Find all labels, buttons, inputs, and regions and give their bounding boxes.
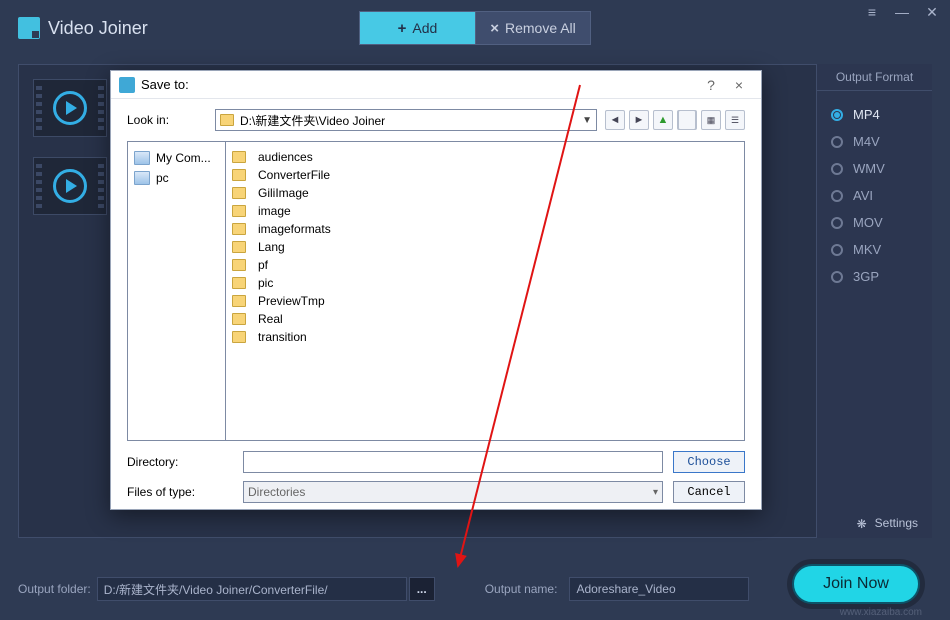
folder-item[interactable]: GiliImage bbox=[232, 184, 738, 202]
output-format-panel: Output Format MP4M4VWMVAVIMOVMKV3GP ❋ Se… bbox=[816, 64, 932, 538]
lookin-path: D:\新建文件夹\Video Joiner bbox=[240, 112, 385, 129]
folder-icon bbox=[232, 223, 246, 235]
filetype-label: Files of type: bbox=[127, 485, 243, 499]
cancel-button[interactable]: Cancel bbox=[673, 481, 745, 503]
radio-icon bbox=[831, 163, 843, 175]
folder-item[interactable]: ConverterFile bbox=[232, 166, 738, 184]
video-thumb[interactable] bbox=[33, 157, 107, 215]
nav-icons: ◄ ► ▲ ▦ ☰ bbox=[605, 110, 745, 130]
nav-forward-button[interactable]: ► bbox=[629, 110, 649, 130]
minimize-button[interactable]: — bbox=[894, 4, 910, 21]
folder-item[interactable]: pic bbox=[232, 274, 738, 292]
folder-item[interactable]: transition bbox=[232, 328, 738, 346]
directory-label: Directory: bbox=[127, 455, 243, 469]
format-option-wmv[interactable]: WMV bbox=[817, 155, 932, 182]
plus-icon: + bbox=[398, 20, 407, 37]
gear-icon: ❋ bbox=[857, 517, 869, 529]
output-name-input[interactable] bbox=[569, 577, 749, 601]
place-item[interactable]: My Com... bbox=[134, 148, 219, 168]
folder-icon bbox=[232, 259, 246, 271]
folder-icon bbox=[232, 169, 246, 181]
nav-view-list-button[interactable]: ☰ bbox=[725, 110, 745, 130]
nav-back-button[interactable]: ◄ bbox=[605, 110, 625, 130]
settings-button[interactable]: ❋ Settings bbox=[857, 516, 918, 530]
radio-icon bbox=[831, 109, 843, 121]
radio-icon bbox=[831, 136, 843, 148]
nav-view-icons-button[interactable]: ▦ bbox=[701, 110, 721, 130]
dialog-titlebar: Save to: ? × bbox=[111, 71, 761, 99]
computer-icon bbox=[134, 151, 150, 165]
format-option-avi[interactable]: AVI bbox=[817, 182, 932, 209]
folder-item[interactable]: imageformats bbox=[232, 220, 738, 238]
output-folder-label: Output folder: bbox=[18, 582, 91, 596]
format-panel-title: Output Format bbox=[817, 70, 932, 91]
watermark: www.xiazaiba.com bbox=[840, 607, 922, 618]
top-buttons: +Add ×Remove All bbox=[359, 11, 591, 45]
folder-item[interactable]: image bbox=[232, 202, 738, 220]
nav-up-button[interactable]: ▲ bbox=[653, 110, 673, 130]
nav-newfolder-button[interactable] bbox=[677, 110, 697, 130]
titlebar: Video Joiner +Add ×Remove All ≡ — ✕ bbox=[0, 0, 950, 56]
format-option-mp4[interactable]: MP4 bbox=[817, 101, 932, 128]
folder-icon bbox=[232, 187, 246, 199]
dialog-help-button[interactable]: ? bbox=[697, 77, 725, 93]
computer-icon bbox=[134, 171, 150, 185]
filetype-select[interactable]: Directories ▾ bbox=[243, 481, 663, 503]
radio-icon bbox=[831, 217, 843, 229]
place-item[interactable]: pc bbox=[134, 168, 219, 188]
dialog-title: Save to: bbox=[141, 77, 189, 92]
output-folder-browse-button[interactable]: ... bbox=[409, 577, 435, 601]
choose-button[interactable]: Choose bbox=[673, 451, 745, 473]
format-option-3gp[interactable]: 3GP bbox=[817, 263, 932, 290]
folder-item[interactable]: PreviewTmp bbox=[232, 292, 738, 310]
footer: Output folder: ... Output name: Join Now… bbox=[0, 558, 950, 620]
folder-icon bbox=[232, 313, 246, 325]
format-option-m4v[interactable]: M4V bbox=[817, 128, 932, 155]
app-title: Video Joiner bbox=[48, 18, 148, 39]
lookin-combo[interactable]: D:\新建文件夹\Video Joiner ▼ bbox=[215, 109, 597, 131]
save-dialog: Save to: ? × Look in: D:\新建文件夹\Video Joi… bbox=[110, 70, 762, 510]
menu-icon[interactable]: ≡ bbox=[864, 4, 880, 21]
remove-all-button[interactable]: ×Remove All bbox=[475, 11, 591, 45]
app-icon bbox=[18, 17, 40, 39]
folder-icon bbox=[220, 114, 234, 126]
play-icon bbox=[53, 169, 87, 203]
window-controls: ≡ — ✕ bbox=[864, 4, 940, 21]
folder-icon bbox=[232, 205, 246, 217]
radio-icon bbox=[831, 244, 843, 256]
join-now-button[interactable]: Join Now bbox=[792, 564, 920, 604]
lookin-label: Look in: bbox=[127, 113, 215, 127]
folder-item[interactable]: Real bbox=[232, 310, 738, 328]
directory-input[interactable] bbox=[243, 451, 663, 473]
dialog-close-button[interactable]: × bbox=[725, 77, 753, 93]
chevron-down-icon: ▼ bbox=[582, 115, 592, 126]
radio-icon bbox=[831, 190, 843, 202]
output-folder-input[interactable] bbox=[97, 577, 407, 601]
add-button[interactable]: +Add bbox=[359, 11, 475, 45]
file-list: audiencesConverterFileGiliImageimageimag… bbox=[226, 142, 744, 440]
file-browser: My Com...pc audiencesConverterFileGiliIm… bbox=[127, 141, 745, 441]
output-name-label: Output name: bbox=[485, 582, 558, 596]
folder-icon bbox=[232, 151, 246, 163]
folder-icon bbox=[232, 277, 246, 289]
dialog-icon bbox=[119, 77, 135, 93]
folder-icon bbox=[232, 295, 246, 307]
folder-item[interactable]: pf bbox=[232, 256, 738, 274]
close-button[interactable]: ✕ bbox=[924, 4, 940, 21]
places-sidebar: My Com...pc bbox=[128, 142, 226, 440]
folder-item[interactable]: audiences bbox=[232, 148, 738, 166]
video-thumb[interactable] bbox=[33, 79, 107, 137]
folder-icon bbox=[232, 331, 246, 343]
folder-icon bbox=[232, 241, 246, 253]
format-option-mkv[interactable]: MKV bbox=[817, 236, 932, 263]
format-option-mov[interactable]: MOV bbox=[817, 209, 932, 236]
x-icon: × bbox=[490, 20, 499, 37]
folder-item[interactable]: Lang bbox=[232, 238, 738, 256]
chevron-down-icon: ▾ bbox=[653, 487, 658, 498]
radio-icon bbox=[831, 271, 843, 283]
play-icon bbox=[53, 91, 87, 125]
